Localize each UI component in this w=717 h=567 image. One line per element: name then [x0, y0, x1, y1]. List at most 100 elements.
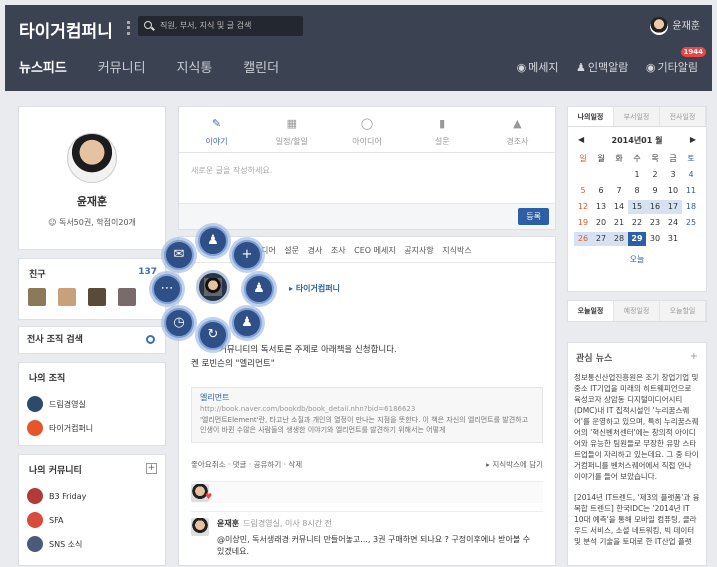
- calendar-day[interactable]: 12: [574, 200, 592, 214]
- calendar-day[interactable]: 14: [610, 200, 628, 214]
- calendar-day[interactable]: 10: [664, 184, 682, 198]
- tab-idea[interactable]: ◯ 아이디어: [329, 107, 404, 152]
- calendar-day[interactable]: 29: [628, 232, 646, 246]
- tab-calendar[interactable]: 캘린더: [243, 57, 279, 76]
- calendar-day[interactable]: 31: [664, 232, 682, 246]
- calendar-day[interactable]: 21: [610, 216, 628, 230]
- org-item[interactable]: 타이거컴퍼니: [19, 416, 165, 440]
- calendar-day[interactable]: 4: [682, 168, 700, 182]
- calendar-day[interactable]: 9: [646, 184, 664, 198]
- prev-month-icon[interactable]: ◀: [578, 135, 584, 144]
- tab-upcoming-schedule[interactable]: 예정일정: [614, 301, 660, 321]
- org-item[interactable]: 드림경영실: [19, 392, 165, 416]
- calendar-day[interactable]: 26: [574, 232, 592, 246]
- next-month-icon[interactable]: ▶: [690, 135, 696, 144]
- add-friend-icon[interactable]: +: [232, 240, 262, 270]
- filter-item[interactable]: CEO 메세지: [354, 246, 396, 255]
- calendar-day[interactable]: 13: [592, 200, 610, 214]
- mail-icon[interactable]: ✉: [164, 240, 194, 270]
- comment-button[interactable]: 댓글: [233, 460, 247, 469]
- calendar-day[interactable]: 11: [682, 184, 700, 198]
- refresh-icon[interactable]: ↻: [198, 320, 228, 350]
- tab-knowledge[interactable]: 지식통: [176, 57, 212, 76]
- chat-icon[interactable]: ⋯: [152, 274, 182, 304]
- news-paragraph[interactable]: [2014년 IT트렌드, '제3의 플랫폼'과 융복합 트렌드] 한국IDC는…: [574, 492, 700, 547]
- calendar-day[interactable]: 3: [664, 168, 682, 182]
- calendar-day[interactable]: 1: [628, 168, 646, 182]
- other-alert-button[interactable]: ◉ 기타알림 1944: [646, 47, 706, 75]
- unlike-button[interactable]: 좋아요취소: [191, 460, 226, 469]
- tab-my-schedule[interactable]: 나의일정: [568, 107, 614, 126]
- people-icon[interactable]: ♟: [232, 308, 262, 338]
- community-item[interactable]: SNS 소식: [19, 532, 165, 556]
- friend-avatar[interactable]: [28, 288, 46, 306]
- tab-community[interactable]: 커뮤니티: [98, 57, 146, 76]
- calendar-day[interactable]: 28: [610, 232, 628, 246]
- post-org-link[interactable]: ▸ 타이거컴퍼니: [289, 283, 340, 294]
- messages-button[interactable]: ◉ 메세지: [517, 59, 559, 75]
- org-search-box[interactable]: 전사 조직 검색: [18, 326, 166, 354]
- avatar[interactable]: [191, 518, 209, 536]
- search-input[interactable]: 직원, 부서, 지식 및 글 검색: [138, 16, 303, 36]
- compose-input[interactable]: 새로운 글을 작성하세요.: [179, 153, 555, 203]
- calendar-day[interactable]: 16: [646, 200, 664, 214]
- network-alert-button[interactable]: ♟ 인맥알람: [576, 59, 628, 75]
- calendar-day[interactable]: 24: [664, 216, 682, 230]
- filter-item[interactable]: 조사: [331, 246, 346, 255]
- calendar-day[interactable]: 30: [646, 232, 664, 246]
- filter-item[interactable]: 지식박스: [442, 246, 471, 255]
- radial-center-avatar[interactable]: [196, 270, 230, 304]
- calendar-day[interactable]: 20: [592, 216, 610, 230]
- today-button[interactable]: 오늘: [568, 254, 706, 265]
- filter-item[interactable]: 공지사항: [404, 246, 433, 255]
- friend-avatar[interactable]: [57, 288, 76, 306]
- user-menu[interactable]: 윤재훈: [650, 17, 700, 36]
- add-news-button[interactable]: +: [690, 351, 698, 362]
- tab-dept-schedule[interactable]: 부서일정: [614, 107, 660, 126]
- calendar-day[interactable]: 25: [682, 216, 700, 230]
- calendar-day[interactable]: 18: [682, 200, 700, 214]
- brand-menu-icon[interactable]: [127, 21, 130, 35]
- news-paragraph[interactable]: 정보통신산업진흥원은 조기 창업기업 및 중소 IT기업을 미래의 히트웨피언으…: [574, 372, 700, 482]
- tab-today-todo[interactable]: 오늘할일: [660, 301, 706, 321]
- filter-item[interactable]: 경사: [308, 246, 323, 255]
- tab-company-schedule[interactable]: 전사일정: [660, 107, 706, 126]
- profile-icon[interactable]: ♟: [198, 226, 228, 256]
- calendar-day[interactable]: 19: [574, 216, 592, 230]
- calendar-day[interactable]: 6: [592, 184, 610, 198]
- link-url[interactable]: http://book.naver.com/bookdb/book_detail…: [200, 405, 534, 413]
- calendar-day[interactable]: 15: [628, 200, 646, 214]
- tab-survey[interactable]: ▮ 설문: [405, 107, 480, 152]
- delete-button[interactable]: 삭제: [288, 460, 302, 469]
- calendar-day[interactable]: 8: [628, 184, 646, 198]
- calendar-day[interactable]: 5: [574, 184, 592, 198]
- history-icon[interactable]: ◷: [164, 308, 194, 338]
- friend-avatar[interactable]: [87, 288, 106, 306]
- group-add-icon[interactable]: ♟: [244, 274, 274, 304]
- community-item[interactable]: SFA: [19, 508, 165, 532]
- comment-author[interactable]: 윤재훈: [217, 519, 239, 528]
- community-item[interactable]: B3 Friday: [19, 484, 165, 508]
- tab-story[interactable]: ✎ 이야기: [179, 107, 254, 152]
- calendar-day[interactable]: 23: [646, 216, 664, 230]
- tab-schedule[interactable]: ▦ 일정/할일: [254, 107, 329, 152]
- profile-name[interactable]: 윤재훈: [19, 193, 165, 209]
- friend-avatar[interactable]: [117, 288, 136, 306]
- tab-event[interactable]: ▲ 경조사: [480, 107, 555, 152]
- share-button[interactable]: 공유하기: [254, 460, 282, 469]
- submit-button[interactable]: 등록: [518, 208, 549, 225]
- add-community-button[interactable]: +: [146, 463, 157, 474]
- brand-title[interactable]: 타이거컴퍼니: [19, 17, 113, 42]
- tab-today-schedule[interactable]: 오늘일정: [568, 301, 614, 321]
- calendar-day[interactable]: 17: [664, 200, 682, 214]
- tab-newsfeed[interactable]: 뉴스피드: [19, 57, 67, 76]
- profile-avatar[interactable]: [67, 133, 117, 183]
- calendar-day[interactable]: 27: [592, 232, 610, 246]
- filter-item[interactable]: 설문: [284, 246, 299, 255]
- calendar-day[interactable]: 22: [628, 216, 646, 230]
- save-to-knowledge-button[interactable]: ▸ 지식박스에 담기: [486, 459, 543, 470]
- calendar-day[interactable]: 2: [646, 168, 664, 182]
- link-preview[interactable]: 엘리먼트 http://book.naver.com/bookdb/book_d…: [191, 387, 543, 443]
- link-title[interactable]: 엘리먼트: [200, 392, 534, 403]
- calendar-day[interactable]: 7: [610, 184, 628, 198]
